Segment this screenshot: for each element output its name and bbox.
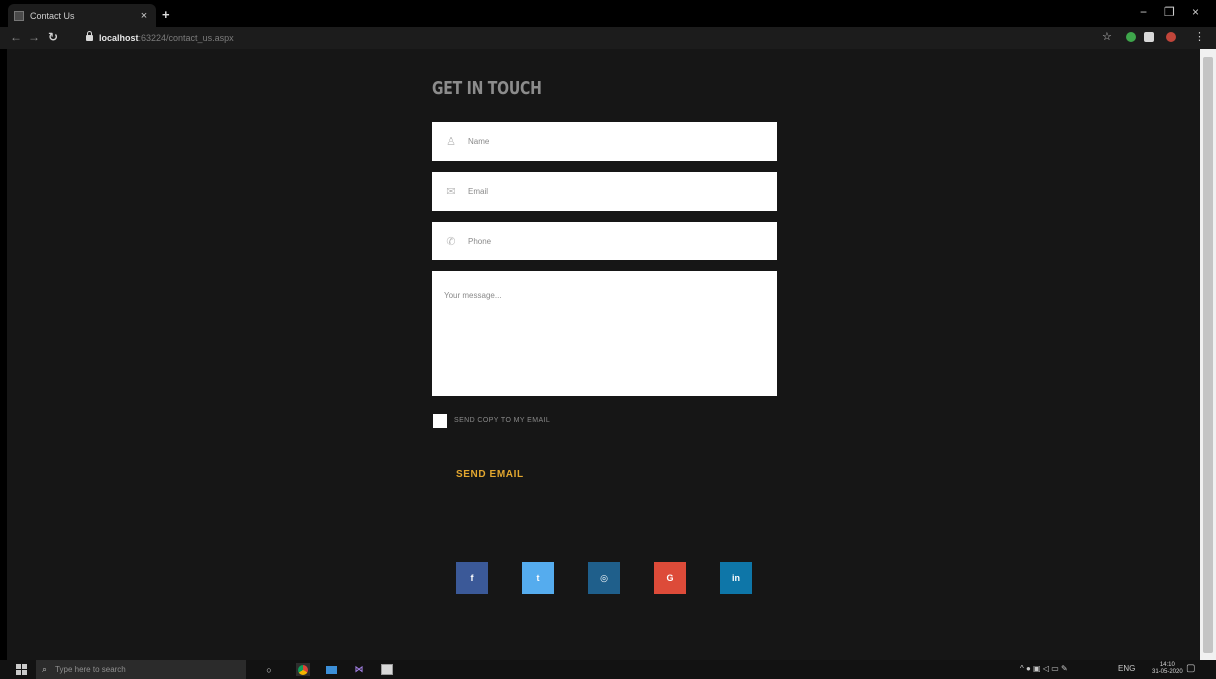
clock-date: 31-05-2020 (1152, 669, 1183, 675)
taskbar: ⌕ Type here to search ○ ⋈ ^ ● ▣ ◁ ▭ ✎ EN… (0, 660, 1216, 679)
notification-icon[interactable]: ▢ (1186, 663, 1195, 674)
visual-studio-icon[interactable]: ⋈ (352, 663, 366, 676)
system-tray-icons[interactable]: ^ ● ▣ ◁ ▭ ✎ (1020, 664, 1068, 673)
scrollbar-thumb[interactable] (1203, 57, 1213, 653)
send-copy-label: SEND COPY TO MY EMAIL (454, 417, 551, 424)
tab-close-icon[interactable]: × (138, 10, 150, 22)
phone-placeholder: Phone (468, 236, 492, 246)
linkedin-glyph: in (732, 573, 740, 583)
message-textarea[interactable]: Your message... (432, 271, 777, 396)
user-icon: ♙ (446, 136, 456, 148)
address-bar[interactable]: localhost :63224/contact_us.aspx (86, 30, 1092, 46)
reload-icon[interactable]: ↻ (48, 30, 58, 44)
extension-icon[interactable] (1126, 32, 1136, 42)
minimize-button[interactable]: − (1140, 5, 1147, 19)
linkedin-icon[interactable]: in (720, 562, 752, 594)
search-icon: ⌕ (42, 664, 48, 674)
twitter-icon[interactable]: t (522, 562, 554, 594)
menu-kebab-icon[interactable]: ⋮ (1194, 30, 1205, 43)
url-host: localhost (99, 33, 139, 43)
page-favicon-icon (14, 10, 24, 21)
google-glyph: G (666, 573, 674, 583)
mail-icon[interactable] (324, 663, 338, 676)
email-placeholder: Email (468, 187, 489, 196)
vertical-scrollbar[interactable] (1200, 49, 1216, 660)
clock[interactable]: 14:10 31-05-2020 (1152, 662, 1183, 676)
send-email-button[interactable]: SEND EMAIL (456, 469, 524, 480)
name-placeholder: Name (468, 137, 490, 146)
name-field[interactable]: ♙ Name (432, 122, 777, 161)
browser-tab[interactable]: Contact Us × (8, 4, 156, 27)
send-copy-checkbox[interactable] (433, 414, 447, 428)
google-plus-icon[interactable]: G (654, 562, 686, 594)
close-window-button[interactable]: × (1192, 5, 1199, 19)
profile-avatar-icon[interactable] (1166, 32, 1176, 42)
search-placeholder: Type here to search (55, 665, 126, 674)
language-indicator[interactable]: ENG (1118, 664, 1135, 673)
phone-field[interactable]: ✆ Phone (432, 222, 777, 260)
instagram-icon[interactable]: ◎ (588, 562, 620, 594)
envelope-icon: ✉ (446, 186, 456, 198)
extension-icon[interactable] (1144, 32, 1154, 42)
photos-icon[interactable] (380, 663, 394, 676)
facebook-icon[interactable]: f (456, 562, 488, 594)
tab-title: Contact Us (30, 10, 75, 21)
browser-tab-bar: Contact Us × + − ❐ × (0, 0, 1216, 27)
email-field[interactable]: ✉ Email (432, 172, 777, 211)
page-title: GET IN TOUCH (432, 78, 542, 99)
clock-time: 14:10 (1159, 662, 1175, 668)
chrome-icon[interactable] (296, 663, 310, 676)
maximize-button[interactable]: ❐ (1164, 5, 1175, 19)
phone-icon: ✆ (446, 235, 456, 248)
new-tab-button[interactable]: + (162, 7, 170, 22)
lock-icon (86, 31, 93, 41)
instagram-glyph: ◎ (600, 572, 608, 583)
taskbar-search[interactable]: ⌕ Type here to search (36, 660, 246, 679)
forward-arrow-icon[interactable]: → (28, 30, 40, 44)
facebook-glyph: f (470, 573, 474, 583)
back-arrow-icon[interactable]: ← (10, 30, 22, 44)
message-placeholder: Your message... (444, 291, 502, 300)
windows-start-icon[interactable] (16, 664, 27, 675)
browser-toolbar: ← → ↻ localhost :63224/contact_us.aspx ☆… (0, 27, 1216, 49)
cortana-icon[interactable]: ○ (262, 663, 276, 676)
bookmark-star-icon[interactable]: ☆ (1102, 30, 1112, 43)
url-path: :63224/contact_us.aspx (138, 33, 234, 43)
twitter-glyph: t (536, 573, 540, 583)
